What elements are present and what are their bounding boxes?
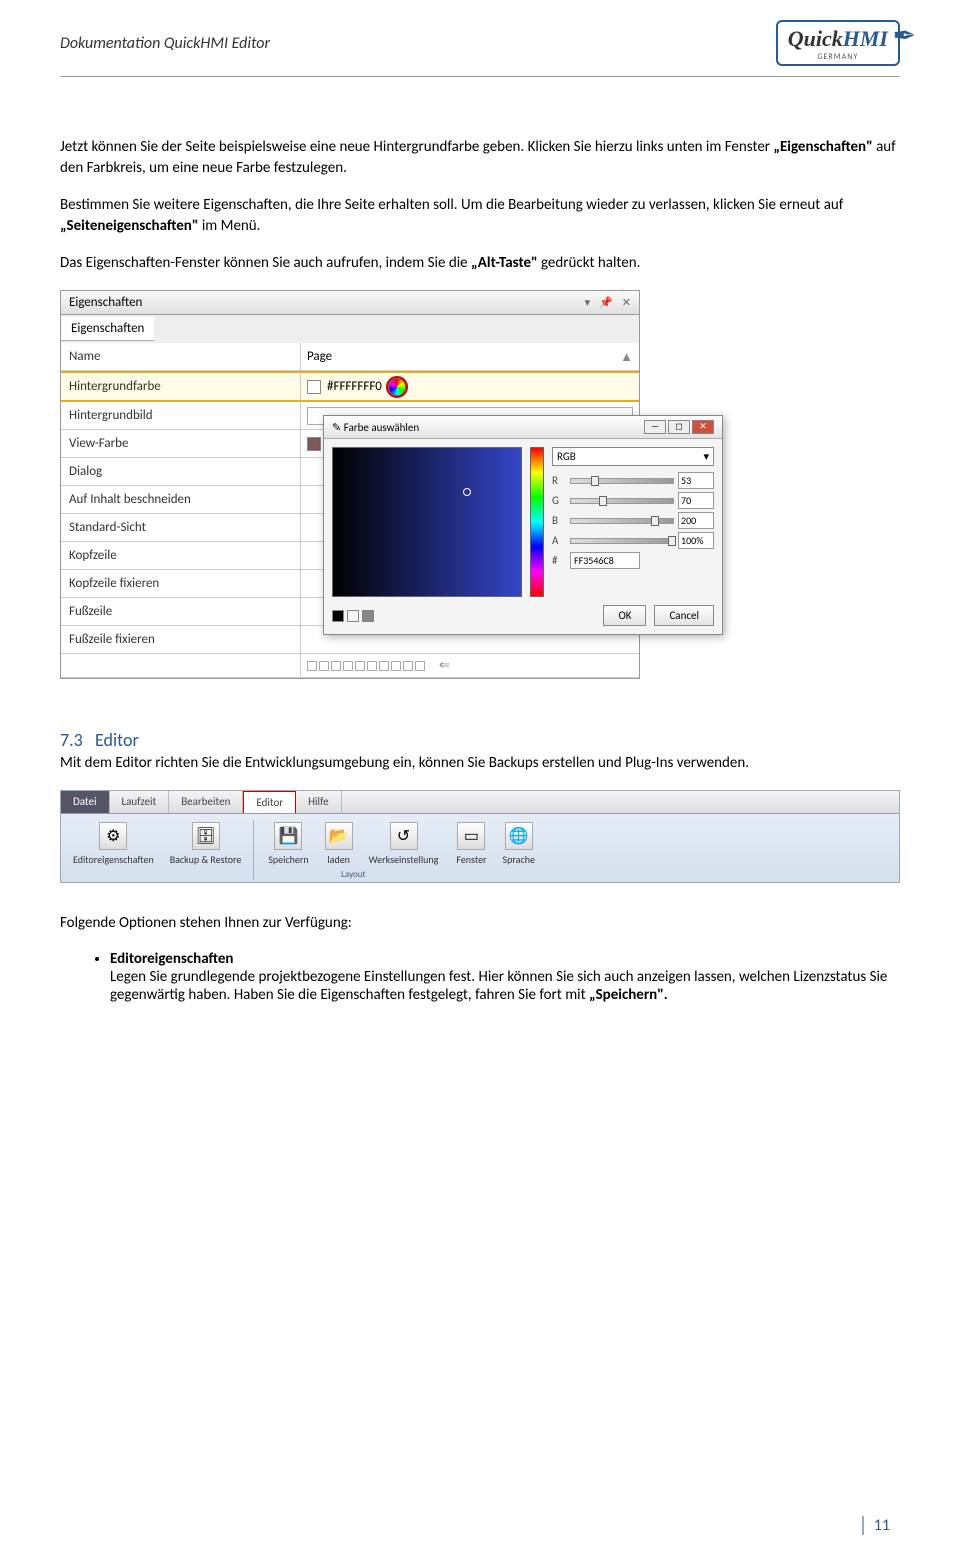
properties-panel: Eigenschaften ▾ 📌 ✕ Eigenschaften Name P… bbox=[60, 290, 640, 679]
save-icon: 💾 bbox=[274, 822, 302, 850]
window-icon: ▭ bbox=[457, 822, 485, 850]
r-slider[interactable] bbox=[570, 478, 674, 484]
tab-laufzeit[interactable]: Laufzeit bbox=[110, 791, 170, 813]
name-field[interactable]: Page bbox=[307, 349, 332, 364]
a-slider[interactable] bbox=[570, 538, 674, 544]
paragraph-1: Jetzt können Sie der Seite beispielsweis… bbox=[60, 137, 900, 179]
list-item: Editoreigenschaften Legen Sie grundlegen… bbox=[110, 950, 900, 1004]
g-slider[interactable] bbox=[570, 498, 674, 504]
logo-text: QuickHMI bbox=[788, 26, 888, 51]
database-icon: 🗄 bbox=[192, 822, 220, 850]
ribbon-toolbar: Datei Laufzeit Bearbeiten Editor Hilfe ⚙… bbox=[60, 790, 900, 883]
dropdown-icon[interactable]: ▾ bbox=[585, 296, 591, 309]
tab-editor[interactable]: Editor bbox=[243, 791, 296, 813]
cancel-button[interactable]: Cancel bbox=[654, 605, 714, 626]
dialog-title: Farbe auswählen bbox=[344, 421, 419, 434]
logo: QuickHMI GERMANY ✒ bbox=[776, 20, 900, 66]
logo-subtitle: GERMANY bbox=[788, 52, 888, 62]
maximize-button[interactable]: ◻ bbox=[668, 420, 690, 434]
btn-sprache[interactable]: 🌐Sprache bbox=[499, 820, 539, 880]
btn-editoreigenschaften[interactable]: ⚙Editoreigenschaften bbox=[69, 820, 158, 880]
prop-row-bgcolor: Hintergrundfarbe #FFFFFFF0 bbox=[61, 371, 639, 402]
hex-input[interactable]: FF3546C8 bbox=[570, 552, 640, 569]
ok-button[interactable]: OK bbox=[603, 605, 646, 626]
btn-laden[interactable]: 📂laden bbox=[321, 820, 357, 867]
r-input[interactable]: 53 bbox=[678, 472, 714, 489]
hue-slider[interactable] bbox=[530, 447, 544, 597]
options-intro: Folgende Optionen stehen Ihnen zur Verfü… bbox=[60, 913, 900, 934]
section-intro: Mit dem Editor richten Sie die Entwicklu… bbox=[60, 753, 900, 774]
folder-open-icon: 📂 bbox=[325, 822, 353, 850]
close-button[interactable]: ✕ bbox=[692, 420, 714, 434]
section-heading: 7.3 Editor bbox=[60, 729, 900, 751]
paragraph-3: Das Eigenschaften-Fenster können Sie auc… bbox=[60, 253, 900, 274]
b-input[interactable]: 200 bbox=[678, 512, 714, 529]
minimize-button[interactable]: — bbox=[644, 420, 666, 434]
btn-werkseinstellung[interactable]: ↺Werkseinstellung bbox=[365, 820, 443, 867]
feather-icon: ✒ bbox=[893, 18, 916, 53]
tab-bearbeiten[interactable]: Bearbeiten bbox=[169, 791, 243, 813]
ribbon-group-label: Layout bbox=[341, 869, 365, 880]
color-mode-select[interactable]: RGB▾ bbox=[552, 447, 714, 466]
options-list: Editoreigenschaften Legen Sie grundlegen… bbox=[110, 950, 900, 1004]
page-header: Dokumentation QuickHMI Editor QuickHMI G… bbox=[60, 20, 900, 77]
doc-title: Dokumentation QuickHMI Editor bbox=[60, 34, 270, 53]
color-swatch-icon bbox=[307, 380, 321, 394]
color-cursor[interactable] bbox=[463, 488, 471, 496]
pin-icon[interactable]: 📌 bbox=[599, 296, 613, 309]
panel-titlebar: Eigenschaften ▾ 📌 ✕ bbox=[61, 291, 639, 315]
prop-row-swatches: ⇐ bbox=[61, 654, 639, 678]
color-picker-dialog: ✎ Farbe auswählen — ◻ ✕ RGB▾ R53 G70 B20… bbox=[323, 415, 723, 635]
gear-icon: ⚙ bbox=[99, 822, 127, 850]
preset-swatches[interactable] bbox=[307, 661, 427, 671]
close-icon[interactable]: ✕ bbox=[622, 296, 631, 309]
color-picker-button[interactable] bbox=[388, 378, 406, 396]
tab-datei[interactable]: Datei bbox=[61, 791, 110, 813]
a-input[interactable]: 100% bbox=[678, 532, 714, 549]
color-swatch-icon bbox=[307, 437, 321, 451]
page-number: 11 bbox=[862, 1516, 890, 1535]
recent-colors[interactable] bbox=[332, 610, 374, 622]
chevron-left-icon[interactable]: ⇐ bbox=[439, 658, 450, 673]
btn-speichern[interactable]: 💾Speichern bbox=[264, 820, 312, 867]
bgcolor-field[interactable]: #FFFFFFF0 bbox=[327, 379, 382, 394]
globe-icon: 🌐 bbox=[505, 822, 533, 850]
scroll-up-icon[interactable]: ▲ bbox=[620, 349, 633, 365]
g-input[interactable]: 70 bbox=[678, 492, 714, 509]
color-gradient[interactable] bbox=[332, 447, 522, 597]
reset-icon: ↺ bbox=[390, 822, 418, 850]
tab-hilfe[interactable]: Hilfe bbox=[296, 791, 341, 813]
btn-fenster[interactable]: ▭Fenster bbox=[452, 820, 490, 880]
b-slider[interactable] bbox=[570, 518, 674, 524]
prop-row-name: Name Page▲ bbox=[61, 343, 639, 371]
btn-backup[interactable]: 🗄Backup & Restore bbox=[166, 820, 246, 880]
properties-tab[interactable]: Eigenschaften bbox=[61, 317, 154, 341]
paragraph-2: Bestimmen Sie weitere Eigenschaften, die… bbox=[60, 195, 900, 237]
